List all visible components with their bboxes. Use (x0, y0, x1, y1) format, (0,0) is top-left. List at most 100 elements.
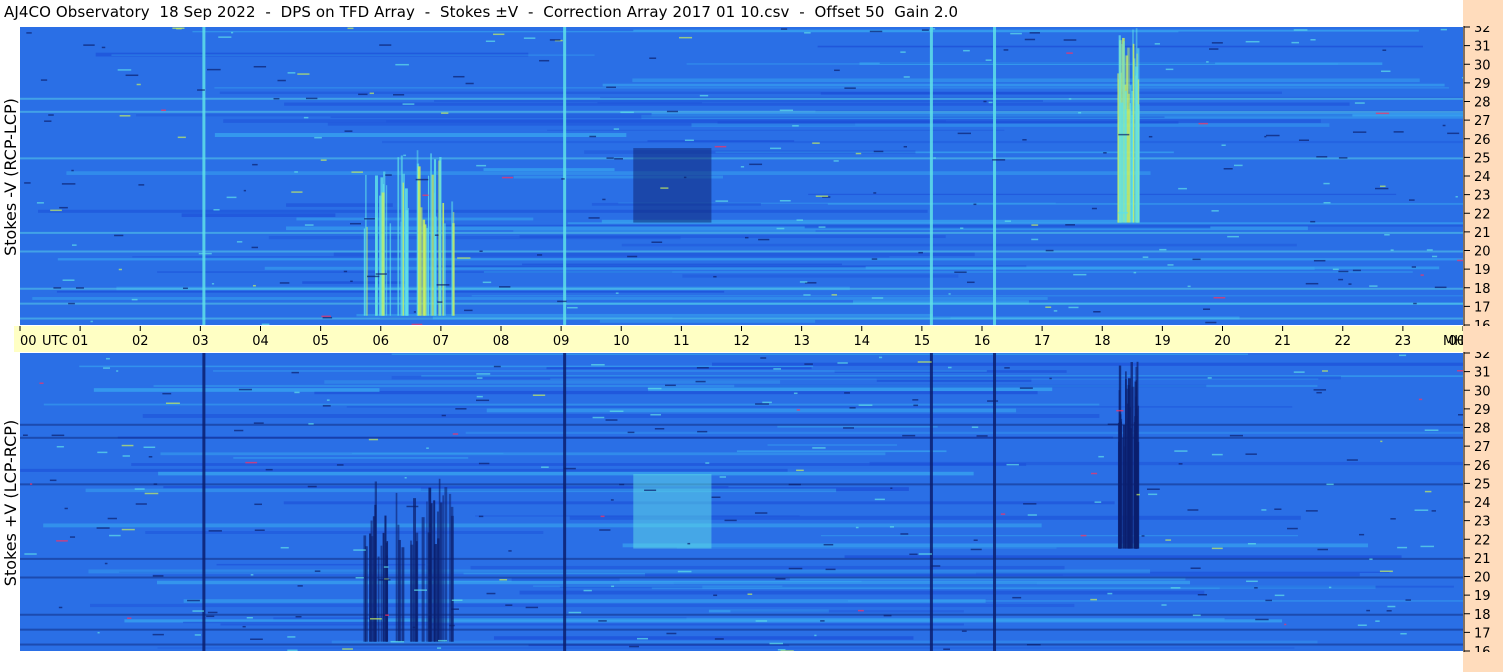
speckle (1346, 459, 1358, 461)
burst-stria (1123, 41, 1125, 223)
burst-stria (365, 174, 367, 316)
speckle (153, 483, 158, 485)
speckle (242, 625, 246, 628)
texture-band (682, 274, 959, 278)
speckle (295, 615, 302, 618)
speckle (1073, 273, 1087, 276)
speckle (823, 543, 834, 546)
speckle (1107, 592, 1113, 595)
speckle (1094, 501, 1102, 503)
speckle (599, 529, 611, 531)
speckle (1098, 455, 1104, 458)
speckle (1440, 28, 1447, 31)
texture-band (676, 547, 1057, 549)
speckle (611, 585, 615, 588)
speckle (261, 323, 270, 325)
speckle (1313, 389, 1327, 391)
speckle (412, 626, 416, 629)
speckle (747, 593, 753, 595)
texture-band (647, 140, 795, 142)
vertical-interference-line (993, 27, 997, 325)
frequency-tick-label: 23 (1474, 515, 1491, 530)
texture-band (599, 319, 816, 323)
speckle (1004, 367, 1010, 369)
frequency-tick-label: 17 (1474, 300, 1491, 315)
speckle (122, 455, 130, 457)
speckle (342, 648, 353, 650)
speckle (776, 227, 785, 230)
speckle (415, 178, 429, 181)
speckle (143, 446, 156, 449)
speckle (1386, 610, 1392, 612)
speckle (451, 599, 463, 601)
speckle (1384, 234, 1390, 236)
speckle (605, 419, 618, 421)
time-tick-label: 09 (553, 334, 570, 349)
frequency-tick-label: 16 (1474, 645, 1491, 652)
speckle (525, 606, 539, 609)
speckle (404, 477, 407, 479)
speckle (1103, 152, 1107, 154)
speckle (1424, 490, 1432, 493)
speckle (1116, 409, 1124, 412)
speckle (192, 610, 204, 612)
speckle (1381, 70, 1391, 73)
frequency-tick-label: 26 (1474, 459, 1491, 474)
interference-line (20, 97, 1463, 100)
speckle (29, 483, 33, 485)
speckle (833, 160, 839, 162)
speckle (307, 485, 317, 488)
speckle (207, 68, 221, 71)
speckle (194, 634, 201, 636)
speckle (406, 505, 419, 508)
speckle (592, 416, 605, 419)
speckle (627, 431, 635, 434)
texture-band (533, 585, 783, 587)
speckle (918, 251, 923, 254)
speckle (1414, 509, 1429, 511)
speckle (799, 281, 808, 283)
speckle (780, 650, 794, 651)
spectrogram-canvas-bottom (20, 353, 1463, 651)
vertical-interference-line (563, 353, 567, 651)
speckle (1375, 620, 1380, 622)
burst-stria (386, 185, 388, 316)
speckle (1338, 278, 1344, 281)
texture-band (213, 370, 987, 372)
speckle (610, 499, 614, 501)
speckle (1203, 308, 1211, 310)
time-tick-label: 11 (673, 334, 690, 349)
speckle (476, 164, 487, 167)
speckle (957, 132, 972, 135)
chart-title: AJ4CO Observatory 18 Sep 2022 - DPS on T… (4, 3, 959, 21)
texture-band (471, 295, 1463, 297)
speckle (566, 306, 578, 309)
speckle (1192, 258, 1201, 261)
speckle (1091, 207, 1097, 210)
speckle (1187, 509, 1199, 511)
speckle (1254, 587, 1258, 589)
texture-band (869, 461, 1463, 466)
speckle (1223, 168, 1233, 170)
speckle (879, 356, 883, 359)
speckle (508, 550, 512, 552)
speckle (1369, 285, 1378, 287)
speckle (44, 120, 52, 122)
speckle (1133, 271, 1137, 274)
speckle (426, 447, 429, 449)
speckle (422, 194, 429, 197)
frequency-tick-label: 32 (1474, 26, 1491, 36)
burst-stria (385, 542, 388, 642)
speckle (1246, 580, 1258, 583)
speckle (1390, 518, 1396, 520)
speckle (961, 630, 967, 632)
speckle (912, 399, 919, 401)
burst-stria (1133, 430, 1137, 549)
speckle (253, 65, 267, 68)
time-tick-label: 22 (1334, 334, 1351, 349)
speckle (973, 539, 978, 541)
speckle (1326, 483, 1334, 486)
speckle (452, 433, 459, 435)
interference-line (20, 643, 1463, 646)
speckle (1023, 503, 1037, 505)
